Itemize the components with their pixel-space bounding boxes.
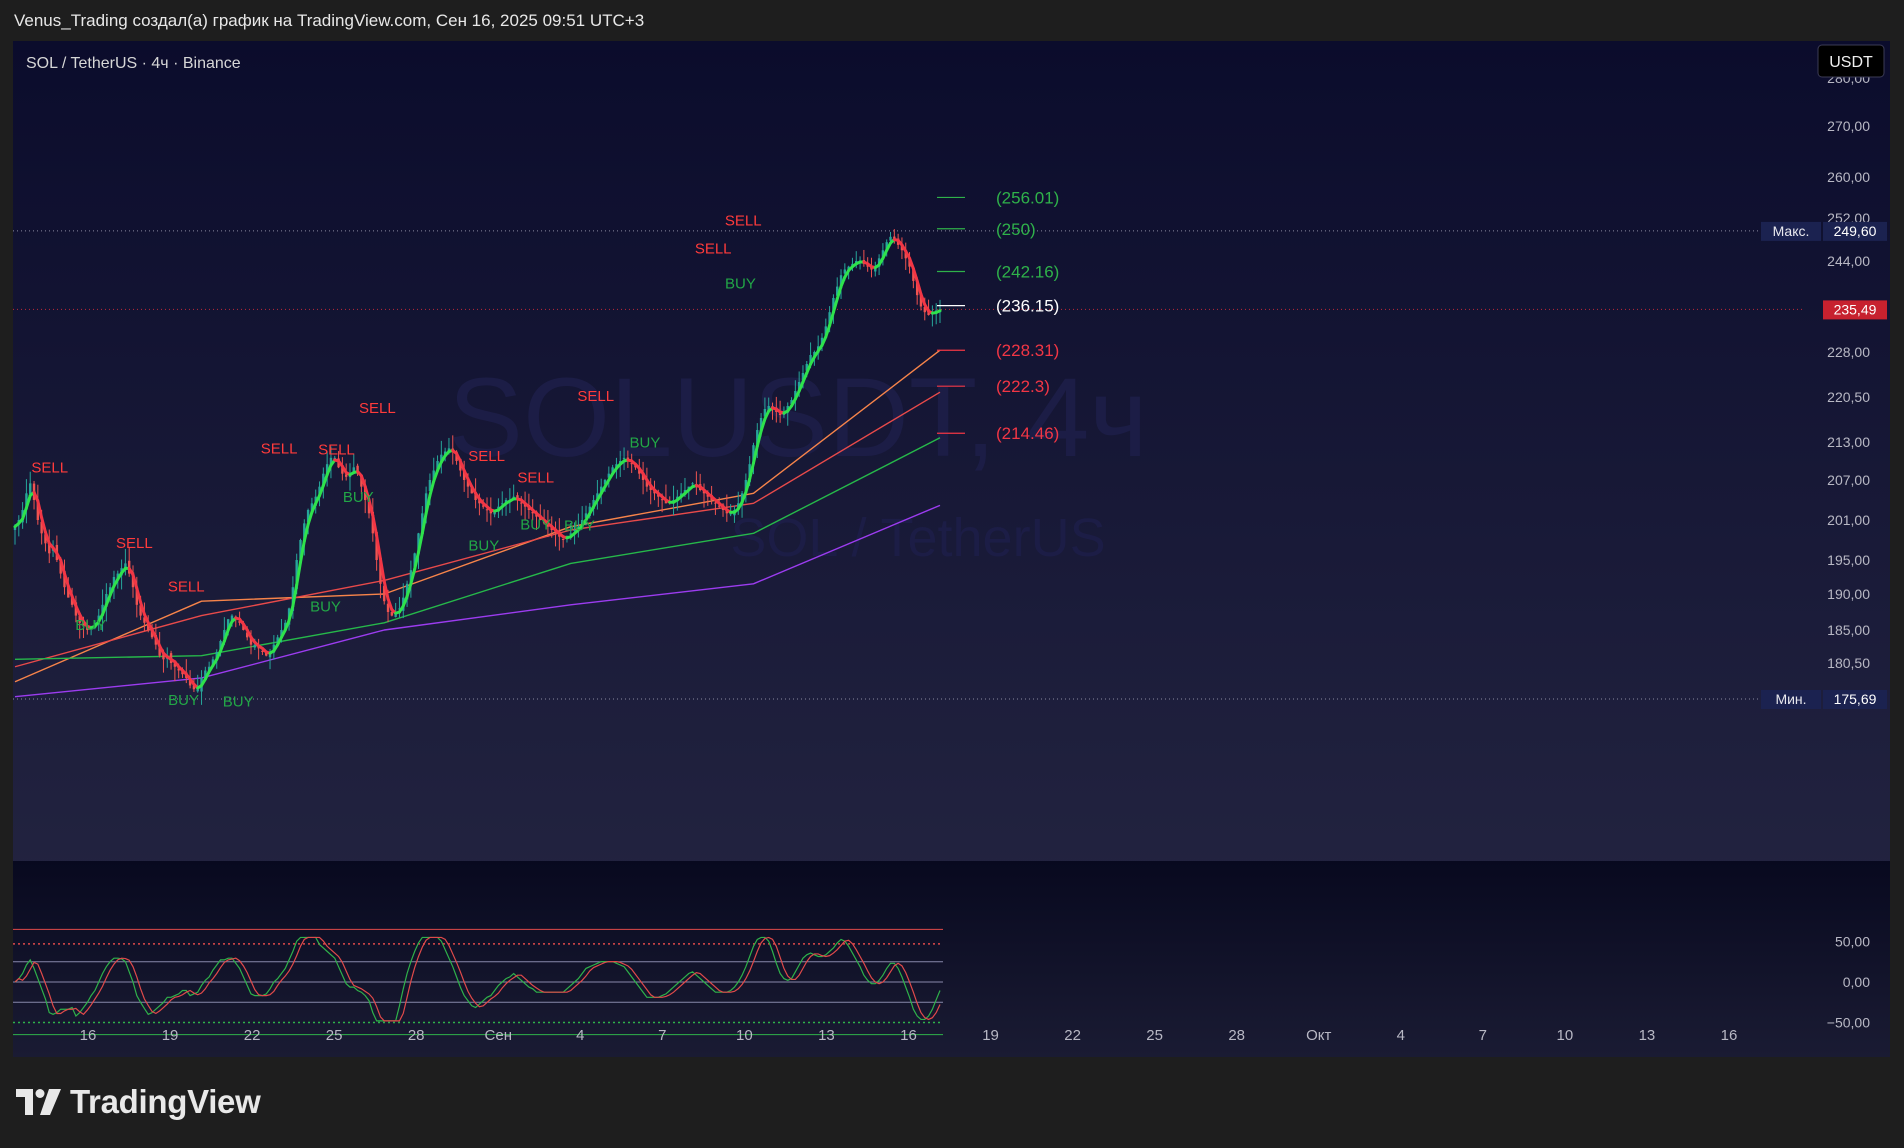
min-price-value: 175,69 [1834, 691, 1877, 707]
price-tick-label: 185,00 [1827, 622, 1870, 638]
tradingview-logo-icon [16, 1089, 61, 1115]
candle-body [691, 483, 694, 485]
buy-signal: BUY [520, 516, 551, 533]
buy-signal: BUY [310, 598, 341, 615]
price-chart[interactable]: SOLUSDT, 4ч SOL / TetherUS SELLSELLSELLS… [13, 41, 1890, 1057]
tradingview-logo-text: TradingView [70, 1083, 261, 1120]
price-tick-label: 244,00 [1827, 253, 1870, 269]
level-label: (214.46) [996, 424, 1059, 443]
buy-signal: BUY [75, 617, 106, 634]
level-label: (236.15) [996, 297, 1059, 316]
price-tick-label: 220,50 [1827, 389, 1870, 405]
watermark-symbol: SOLUSDT, 4ч [448, 355, 1147, 480]
time-tick-label: 16 [900, 1027, 917, 1044]
candle-body [485, 509, 489, 511]
time-tick-label: 10 [736, 1027, 753, 1044]
time-tick-label: 10 [1557, 1027, 1574, 1044]
level-label: (228.31) [996, 341, 1059, 360]
last-price-value: 235,49 [1834, 301, 1877, 317]
buy-signal: BUY [168, 692, 199, 709]
time-tick-label: 19 [162, 1027, 179, 1044]
sell-signal: SELL [261, 440, 298, 457]
min-price-label: Мин. [1775, 691, 1806, 707]
time-tick-label: 28 [408, 1027, 425, 1044]
price-tick-label: 260,00 [1827, 169, 1870, 185]
max-price-label: Макс. [1773, 223, 1810, 239]
candle-body [889, 236, 892, 241]
sell-signal: SELL [318, 442, 355, 459]
sell-signal: SELL [517, 470, 554, 487]
level-label: (256.01) [996, 188, 1059, 207]
time-tick-label: 16 [1721, 1027, 1738, 1044]
level-label: (250) [996, 220, 1036, 239]
time-tick-label: 25 [1146, 1027, 1163, 1044]
sell-signal: SELL [695, 240, 732, 257]
price-tick-label: 180,50 [1827, 655, 1870, 671]
time-tick-label: 4 [1397, 1027, 1405, 1044]
price-tick-label: 190,00 [1827, 586, 1870, 602]
sell-signal: SELL [168, 578, 205, 595]
time-tick-label: 22 [1064, 1027, 1081, 1044]
osc-tick-label: 50,00 [1835, 934, 1870, 950]
buy-signal: BUY [468, 538, 499, 555]
candle-body [390, 612, 394, 616]
time-tick-label: 19 [982, 1027, 999, 1044]
price-tick-label: 228,00 [1827, 344, 1870, 360]
time-tick-label: 7 [1479, 1027, 1487, 1044]
sell-signal: SELL [116, 535, 153, 552]
osc-tick-label: −50,00 [1827, 1015, 1870, 1031]
price-tick-label: 195,00 [1827, 552, 1870, 568]
sell-signal: SELL [577, 388, 614, 405]
candle-body [622, 457, 626, 459]
level-label: (222.3) [996, 377, 1050, 396]
time-tick-label: 16 [80, 1027, 97, 1044]
time-tick-label: 7 [658, 1027, 666, 1044]
chart-attribution: Venus_Trading создал(а) график на Tradin… [14, 11, 645, 30]
price-tick-label: 213,00 [1827, 434, 1870, 450]
currency-button-label: USDT [1829, 54, 1873, 71]
time-tick-label: 25 [326, 1027, 343, 1044]
price-tick-label: 270,00 [1827, 118, 1870, 134]
chart-panel[interactable]: SOLUSDT, 4ч SOL / TetherUS SELL SELL SELL S… [13, 41, 1890, 1057]
time-tick-label: 22 [244, 1027, 261, 1044]
candle-body [714, 502, 717, 504]
price-tick-label: 207,00 [1827, 472, 1870, 488]
time-tick-label: Сен [485, 1027, 512, 1044]
currency-button[interactable]: USDT [1817, 44, 1885, 78]
osc-tick-label: 0,00 [1843, 974, 1870, 990]
time-tick-label: 13 [1639, 1027, 1656, 1044]
candle-body [778, 413, 782, 415]
time-tick-label: 13 [818, 1027, 835, 1044]
candle-body [29, 483, 32, 495]
sell-signal: SELL [468, 448, 505, 465]
symbol-line: SOL / TetherUS · 4ч · Binance [26, 55, 241, 72]
sell-signal: SELL [725, 213, 762, 230]
buy-signal: BUY [343, 489, 374, 506]
time-tick-label: Окт [1306, 1027, 1331, 1044]
price-tick-label: 201,00 [1827, 512, 1870, 528]
time-tick-label: 28 [1228, 1027, 1245, 1044]
buy-signal: BUY [564, 518, 595, 535]
buy-signal: BUY [629, 435, 660, 452]
trail-segment [934, 309, 942, 315]
time-tick-label: 4 [576, 1027, 584, 1044]
buy-signal: BUY [725, 275, 756, 292]
max-price-value: 249,60 [1834, 223, 1877, 239]
sell-signal: SELL [359, 400, 396, 417]
tradingview-logo[interactable]: TradingView [16, 1083, 261, 1121]
candle-body [561, 538, 565, 540]
sell-signal: SELL [31, 459, 68, 476]
buy-signal: BUY [223, 693, 254, 710]
level-label: (242.16) [996, 262, 1059, 281]
